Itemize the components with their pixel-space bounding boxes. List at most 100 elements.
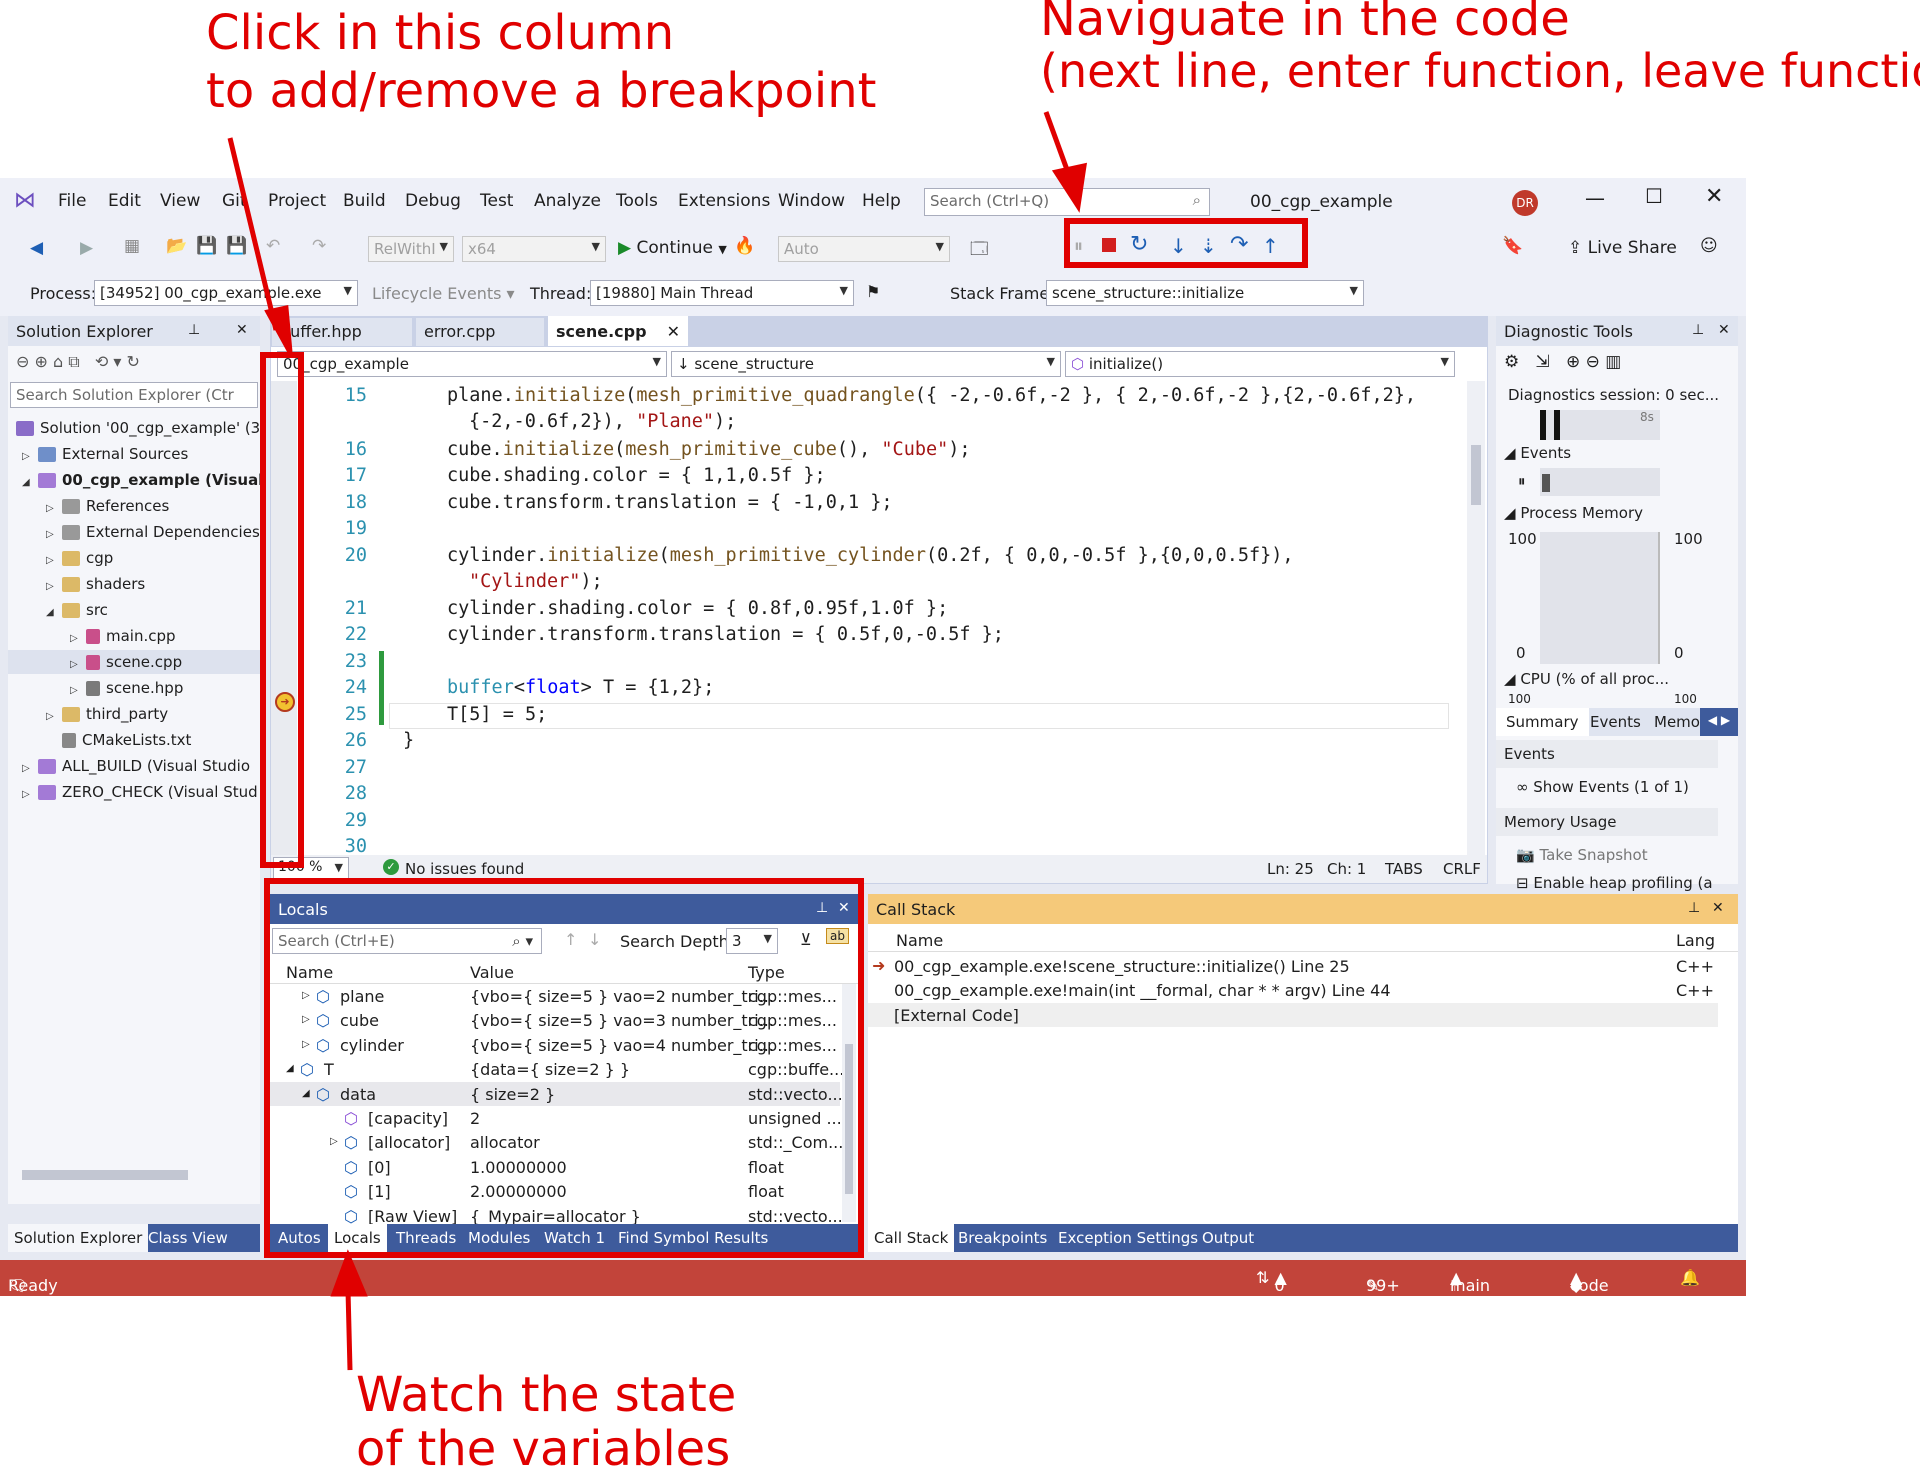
horizontal-scrollbar[interactable] xyxy=(22,1170,188,1180)
tree-item-scene-cpp[interactable]: ▷ scene.cpp xyxy=(8,650,260,674)
tree-item-solution[interactable]: Solution '00_cgp_example' (3 xyxy=(14,416,260,440)
line-endings[interactable]: CRLF xyxy=(1443,860,1481,878)
hot-reload-icon[interactable]: 🔥 xyxy=(734,236,755,256)
col-lang[interactable]: Lang xyxy=(1676,931,1715,950)
tab-buffer-hpp[interactable]: buffer.hpp xyxy=(272,318,412,346)
tab-summary[interactable]: Summary xyxy=(1496,708,1589,736)
stackframe-select[interactable]: scene_structure::initialize ▼ xyxy=(1046,280,1364,306)
save-all-icon[interactable]: 💾 xyxy=(226,236,247,256)
platform-select[interactable]: x64 ▼ xyxy=(462,236,606,262)
feedback-icon[interactable]: ☺ xyxy=(1700,236,1718,256)
tab-exception-settings[interactable]: Exception Settings xyxy=(1058,1229,1198,1247)
menu-project[interactable]: Project xyxy=(268,191,326,211)
export-icon[interactable]: ⇲ xyxy=(1535,352,1549,372)
settings-icon[interactable]: ⚙ xyxy=(1504,352,1519,372)
back-icon[interactable]: ◀ xyxy=(30,238,43,258)
tab-memory[interactable]: Memo xyxy=(1654,713,1700,731)
close-window-icon[interactable]: ✕ xyxy=(1705,184,1723,209)
process-select[interactable]: [34952] 00_cgp_example.exe ▼ xyxy=(94,280,358,306)
tree-item-external-deps[interactable]: ▷ External Dependencies xyxy=(46,520,260,544)
tab-error-cpp[interactable]: error.cpp xyxy=(416,318,544,346)
menu-file[interactable]: File xyxy=(58,191,86,211)
tab-events[interactable]: Events xyxy=(1590,713,1641,731)
tree-item-src[interactable]: ◢ src xyxy=(46,598,108,622)
global-search-input[interactable]: Search (Ctrl+Q) ⌕ xyxy=(924,188,1210,216)
menu-view[interactable]: View xyxy=(160,191,200,211)
solution-search-input[interactable]: Search Solution Explorer (Ctr xyxy=(10,382,258,408)
zoom-out-icon[interactable]: ⊖ xyxy=(1586,352,1600,372)
flag-icon[interactable]: ⚑ xyxy=(866,282,880,301)
configuration-select[interactable]: RelWithI ▼ xyxy=(368,236,454,262)
col-name[interactable]: Name xyxy=(896,931,943,950)
tree-item-zero-check[interactable]: ▷ ZERO_CHECK (Visual Stud xyxy=(22,780,258,804)
pin-icon[interactable]: ⊥ xyxy=(188,322,200,338)
close-icon[interactable]: ✕ xyxy=(1718,322,1730,338)
callstack-row[interactable]: 00_cgp_example.exe!main(int __formal, ch… xyxy=(868,978,1718,1002)
menu-tools[interactable]: Tools xyxy=(616,191,658,211)
undo-icon[interactable]: ↶ xyxy=(266,236,280,256)
nav-project-select[interactable]: 00_cgp_example ▼ xyxy=(277,351,667,377)
tree-item-cgp[interactable]: ▷ cgp xyxy=(46,546,113,570)
tab-scene-cpp[interactable]: scene.cpp ✕ xyxy=(548,316,688,346)
events-section[interactable]: ◢ Events xyxy=(1504,444,1571,462)
tree-item-main-cpp[interactable]: ▷ main.cpp xyxy=(70,624,176,648)
menu-analyze[interactable]: Analyze xyxy=(534,191,601,211)
timeline[interactable]: 8s xyxy=(1540,410,1660,440)
tree-item-scene-hpp[interactable]: ▷ scene.hpp xyxy=(70,676,183,700)
menu-edit[interactable]: Edit xyxy=(108,191,141,211)
tab-solution-explorer[interactable]: Solution Explorer xyxy=(8,1224,149,1252)
tree-item-all-build[interactable]: ▷ ALL_BUILD (Visual Studio xyxy=(22,754,250,778)
heap-profiling-toggle[interactable]: ⊟ Enable heap profiling (a xyxy=(1516,874,1713,892)
new-project-icon[interactable]: ▦ xyxy=(124,236,140,256)
menu-window[interactable]: Window xyxy=(778,191,845,211)
minimize-icon[interactable]: — xyxy=(1585,186,1605,210)
forward-icon[interactable]: ▶ xyxy=(80,238,93,258)
lifecycle-events-button[interactable]: Lifecycle Events ▾ xyxy=(372,284,515,303)
indent-mode[interactable]: TABS xyxy=(1385,860,1423,878)
tree-item-references[interactable]: ▷ References xyxy=(46,494,169,518)
notifications-icon[interactable]: 🔔 xyxy=(1680,1268,1700,1287)
tab-scroll-icon[interactable]: ◀ ▶ xyxy=(1700,708,1738,736)
repo-selector[interactable]: ◆ code ▲ xyxy=(1570,1268,1609,1295)
menu-extensions[interactable]: Extensions xyxy=(678,191,770,211)
pin-icon[interactable]: ⊥ xyxy=(1688,900,1700,916)
auto-select[interactable]: Auto ▼ xyxy=(778,236,950,262)
tree-item-third-party[interactable]: ▷ third_party xyxy=(46,702,168,726)
git-sync[interactable]: ⇅ 0 / 0 ▲ xyxy=(1256,1268,1287,1333)
menu-help[interactable]: Help xyxy=(862,191,901,211)
close-icon[interactable]: ✕ xyxy=(1712,900,1724,916)
callstack-row[interactable]: [External Code] xyxy=(868,1002,1718,1027)
tree-item-external-sources[interactable]: ▷ External Sources xyxy=(22,442,188,466)
chart-icon[interactable]: ▥ xyxy=(1605,352,1621,372)
window-layout-icon[interactable]: 🗔 xyxy=(970,236,988,265)
nav-scope-select[interactable]: ↓ scene_structure ▼ xyxy=(671,351,1061,377)
menu-test[interactable]: Test xyxy=(480,191,513,211)
redo-icon[interactable]: ↷ xyxy=(312,236,326,256)
menu-git[interactable]: Git xyxy=(222,191,247,211)
thread-select[interactable]: [19880] Main Thread ▼ xyxy=(590,280,854,306)
bookmark-icon[interactable]: 🔖 xyxy=(1502,236,1523,256)
callstack-row[interactable]: ➜ 00_cgp_example.exe!scene_structure::ini… xyxy=(868,954,1718,978)
continue-button[interactable]: ▶ Continue ▼ xyxy=(618,238,727,258)
tab-output[interactable]: Output xyxy=(1202,1229,1254,1247)
close-icon[interactable]: ✕ xyxy=(236,322,248,338)
pin-icon[interactable]: ⊥ xyxy=(1692,322,1704,338)
close-tab-icon[interactable]: ✕ xyxy=(667,322,680,341)
open-icon[interactable]: 📂 xyxy=(166,236,187,256)
vertical-scrollbar[interactable] xyxy=(1467,381,1485,855)
maximize-icon[interactable]: ☐ xyxy=(1645,184,1663,208)
tab-class-view[interactable]: Class View xyxy=(148,1229,228,1247)
branch-selector[interactable]: ⑂ main ▲ xyxy=(1450,1268,1490,1295)
tab-breakpoints[interactable]: Breakpoints xyxy=(958,1229,1047,1247)
take-snapshot-button[interactable]: 📷 Take Snapshot xyxy=(1516,846,1648,864)
zoom-in-icon[interactable]: ⊕ xyxy=(1566,352,1580,372)
avatar[interactable]: DR xyxy=(1512,190,1538,216)
menu-debug[interactable]: Debug xyxy=(405,191,461,211)
process-memory-section[interactable]: ◢ Process Memory xyxy=(1504,504,1643,522)
cpu-section[interactable]: ◢ CPU (% of all proc... xyxy=(1504,670,1669,688)
live-share-button[interactable]: ⇪ Live Share xyxy=(1568,238,1677,258)
tree-item-shaders[interactable]: ▷ shaders xyxy=(46,572,145,596)
show-events-link[interactable]: ∞ Show Events (1 of 1) xyxy=(1516,778,1689,796)
tab-call-stack[interactable]: Call Stack xyxy=(868,1224,955,1252)
issues-status[interactable]: No issues found xyxy=(405,860,524,878)
